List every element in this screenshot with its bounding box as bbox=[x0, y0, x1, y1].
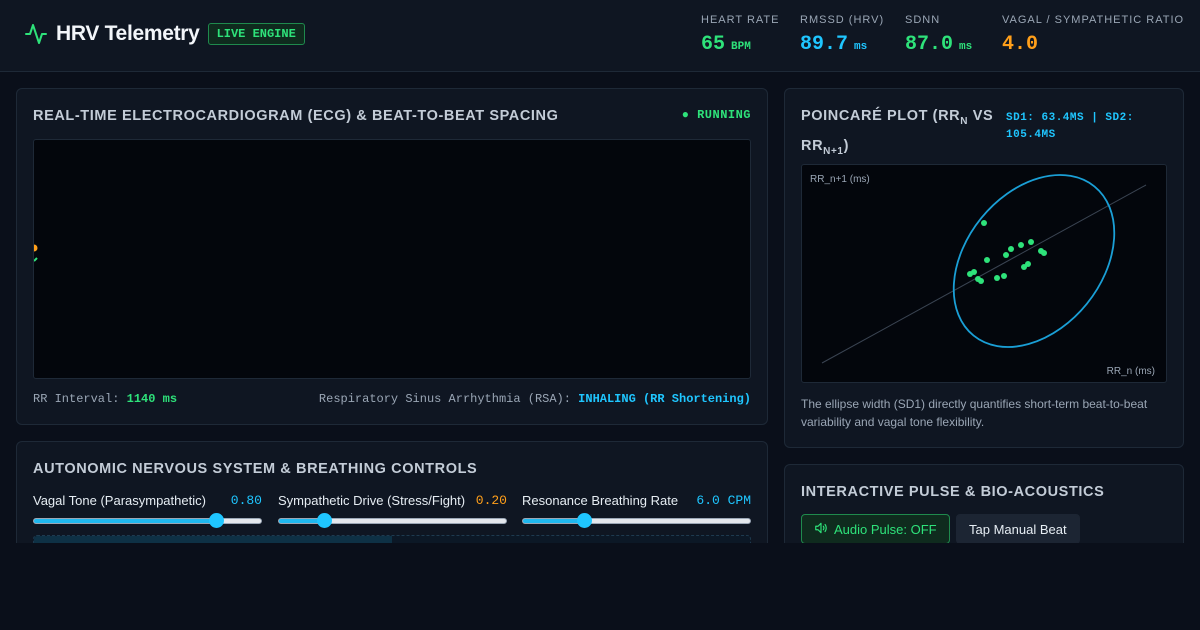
vagal-tone-label: Vagal Tone (Parasympathetic) bbox=[33, 493, 206, 508]
tap-manual-beat-button[interactable]: Tap Manual Beat bbox=[956, 514, 1080, 544]
heart-rate-unit: BPM bbox=[731, 41, 751, 53]
poincare-point bbox=[1001, 273, 1007, 279]
identity-line bbox=[821, 184, 1147, 364]
slider-thumb[interactable] bbox=[208, 513, 224, 528]
poincare-point bbox=[994, 275, 1000, 281]
slider-thumb[interactable] bbox=[577, 513, 593, 528]
audio-pulse-button[interactable]: Audio Pulse: OFF bbox=[801, 514, 950, 544]
running-status: ● RUNNING bbox=[681, 108, 751, 122]
metric-value: 65 BPM bbox=[701, 33, 779, 56]
x-axis-label: RR_n (ms) bbox=[1106, 366, 1155, 377]
rmssd-unit: ms bbox=[854, 41, 868, 53]
top-bar: HRV Telemetry LIVE ENGINE HEART RATE 65 B… bbox=[0, 0, 1200, 72]
poincare-point bbox=[978, 278, 984, 284]
sd-ellipse bbox=[952, 174, 1116, 348]
slider-thumb[interactable] bbox=[317, 513, 333, 528]
ecg-canvas bbox=[33, 139, 751, 379]
vagal-tone-slider[interactable] bbox=[33, 513, 262, 528]
poincare-point bbox=[1003, 252, 1009, 258]
metric-value: 4.0 bbox=[1002, 33, 1184, 56]
metric-label: RMSSD (HRV) bbox=[800, 14, 885, 26]
slider-fill bbox=[34, 519, 216, 523]
poincare-point bbox=[984, 257, 990, 263]
sdnn-value: 87.0 bbox=[905, 33, 954, 56]
metric-rmssd: RMSSD (HRV) 89.7 ms bbox=[800, 14, 884, 56]
rsa-readout: Respiratory Sinus Arrhythmia (RSA): INHA… bbox=[319, 392, 751, 406]
metric-sdnn: SDNN 87.0 ms bbox=[905, 14, 972, 56]
rr-interval-value: 1140 ms bbox=[126, 392, 178, 406]
ecg-trace-head-green bbox=[34, 257, 38, 262]
vagal-ratio-value: 4.0 bbox=[1002, 33, 1039, 56]
poincare-point bbox=[1028, 239, 1034, 245]
rsa-label: Respiratory Sinus Arrhythmia (RSA): bbox=[318, 392, 571, 406]
metric-value: 89.7 ms bbox=[800, 33, 884, 56]
sympathetic-drive-control: Sympathetic Drive (Stress/Fight) 0.20 bbox=[278, 493, 507, 528]
controls-title: AUTONOMIC NERVOUS SYSTEM & BREATHING CON… bbox=[33, 461, 478, 477]
poincare-point bbox=[967, 271, 973, 277]
y-axis-label: RR_n+1 (ms) bbox=[810, 174, 870, 185]
breathing-rate-control: Resonance Breathing Rate 6.0 CPM bbox=[522, 493, 751, 528]
breathing-rate-value: 6.0 CPM bbox=[696, 493, 751, 508]
poincare-points bbox=[967, 220, 1047, 284]
cropped-area bbox=[0, 543, 1200, 630]
slider-fill bbox=[523, 519, 585, 523]
poincare-point bbox=[1018, 242, 1024, 248]
sd-readout: SD1: 63.4MS | SD2: 105.4MS bbox=[1006, 112, 1134, 141]
poincare-title-sub-n: N bbox=[960, 115, 969, 127]
heart-rate-value: 65 bbox=[701, 33, 726, 56]
breathing-rate-slider[interactable] bbox=[522, 513, 751, 528]
ecg-title: REAL-TIME ELECTROCARDIOGRAM (ECG) & BEAT… bbox=[33, 108, 559, 124]
vagal-tone-value: 0.80 bbox=[230, 493, 262, 508]
sdnn-unit: ms bbox=[959, 41, 973, 53]
poincare-point bbox=[1041, 250, 1047, 256]
audio-title: INTERACTIVE PULSE & BIO-ACOUSTICS bbox=[801, 484, 1105, 500]
metric-value: 87.0 ms bbox=[905, 33, 972, 56]
ecg-trace-head-orange bbox=[34, 244, 38, 252]
metric-label: HEART RATE bbox=[701, 14, 780, 26]
poincare-point bbox=[1008, 246, 1014, 252]
speaker-icon bbox=[814, 521, 834, 538]
metric-heart-rate: HEART RATE 65 BPM bbox=[701, 14, 779, 56]
rsa-value: INHALING (RR Shortening) bbox=[578, 392, 751, 406]
ecg-panel: REAL-TIME ELECTROCARDIOGRAM (ECG) & BEAT… bbox=[16, 88, 768, 425]
metric-label: VAGAL / SYMPATHETIC RATIO bbox=[1002, 14, 1185, 26]
metric-label: SDNN bbox=[905, 14, 941, 26]
sympathetic-drive-value: 0.20 bbox=[475, 493, 507, 508]
rmssd-value: 89.7 bbox=[800, 33, 849, 56]
poincare-title-sub-n1: N+1 bbox=[823, 145, 844, 157]
metrics-bar: HEART RATE 65 BPM RMSSD (HRV) 89.7 ms SDNN… bbox=[0, 14, 1200, 64]
poincare-title-end: ) bbox=[843, 137, 850, 154]
breathing-rate-label: Resonance Breathing Rate bbox=[522, 493, 679, 508]
vagal-tone-control: Vagal Tone (Parasympathetic) 0.80 bbox=[33, 493, 262, 528]
poincare-point bbox=[1025, 261, 1031, 267]
rr-interval-label: RR Interval: bbox=[33, 392, 120, 406]
rr-interval-readout: RR Interval: 1140 ms bbox=[33, 392, 177, 406]
poincare-canvas: RR_n+1 (ms) RR_n (ms) bbox=[801, 164, 1167, 383]
poincare-title-main: POINCARÉ PLOT (RR bbox=[801, 108, 961, 124]
poincare-panel: POINCARÉ PLOT (RRN VS RRN+1) SD1: 63.4MS… bbox=[784, 88, 1184, 448]
sympathetic-drive-slider[interactable] bbox=[278, 513, 507, 528]
metric-vagal-ratio: VAGAL / SYMPATHETIC RATIO 4.0 bbox=[1002, 14, 1184, 56]
poincare-point bbox=[981, 220, 987, 226]
sympathetic-drive-label: Sympathetic Drive (Stress/Fight) bbox=[278, 493, 466, 508]
poincare-description: The ellipse width (SD1) directly quantif… bbox=[801, 397, 1148, 429]
poincare-title: POINCARÉ PLOT (RRN VS RRN+1) bbox=[801, 104, 1001, 164]
audio-pulse-label: Audio Pulse: OFF bbox=[834, 521, 937, 537]
